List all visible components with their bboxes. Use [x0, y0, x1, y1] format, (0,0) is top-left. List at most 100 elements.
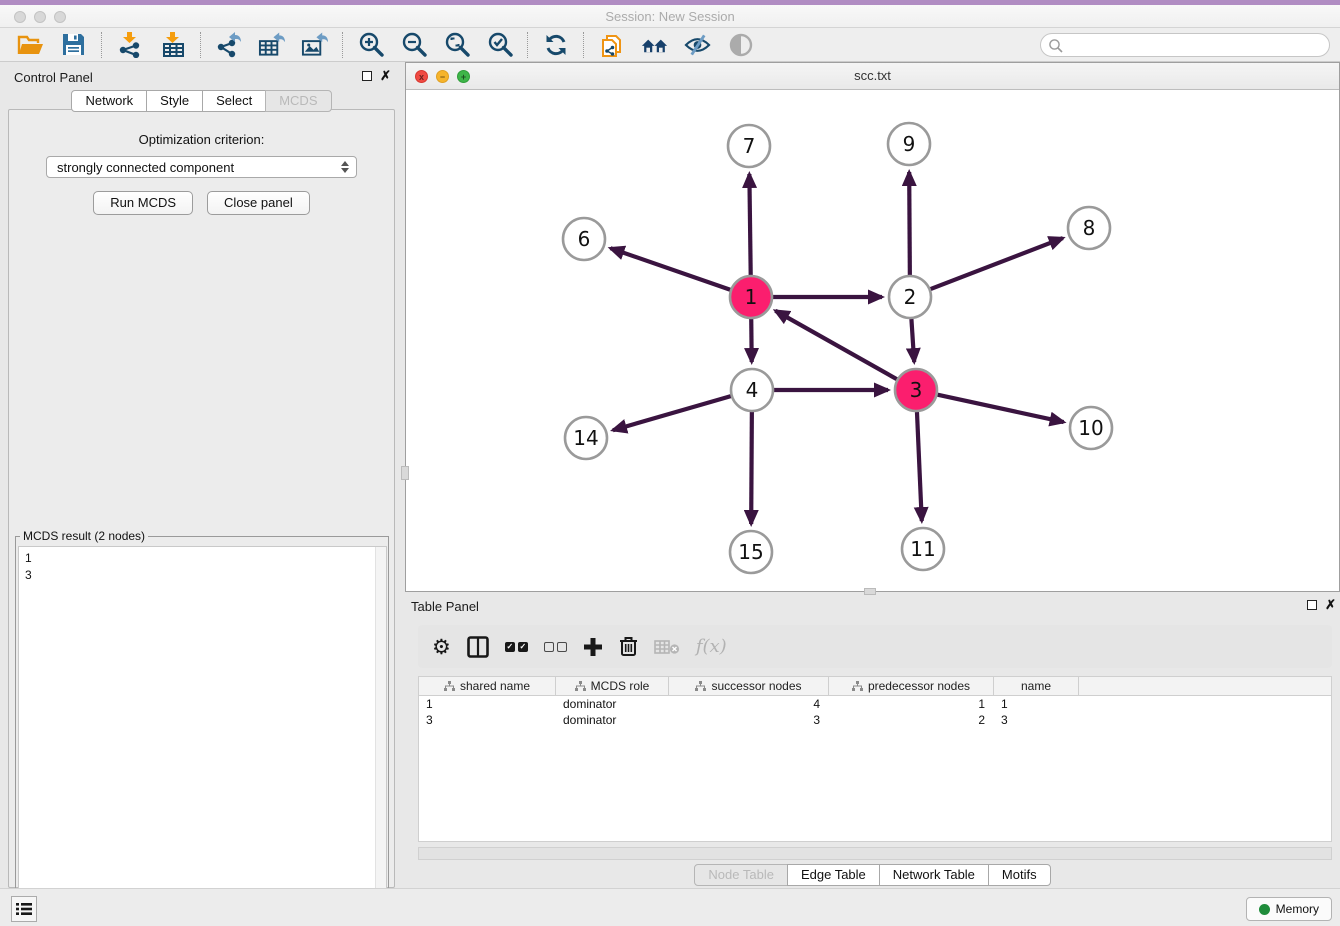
mcds-tab-content: Optimization criterion: strongly connect… — [8, 109, 395, 888]
main-toolbar — [0, 28, 1340, 62]
graph-edge-1-6[interactable] — [610, 248, 730, 290]
control-panel-title: Control Panel — [8, 66, 395, 85]
network-view-window: x − + scc.txt 7968124314101511 — [405, 62, 1340, 592]
result-line: 3 — [25, 567, 386, 584]
import-table-icon[interactable] — [159, 31, 186, 58]
network-canvas[interactable]: 7968124314101511 — [406, 90, 1339, 591]
search-input[interactable] — [1067, 35, 1322, 55]
graph-edge-3-10[interactable] — [937, 395, 1063, 422]
cell-predecessor-nodes[interactable]: 2 — [829, 712, 994, 728]
graph-node-label: 2 — [904, 285, 917, 309]
tab-motifs[interactable]: Motifs — [988, 864, 1051, 886]
graph-edge-3-1[interactable] — [775, 311, 896, 379]
criterion-dropdown[interactable]: strongly connected component — [46, 156, 357, 178]
column-header-mcds-role[interactable]: MCDS role — [556, 677, 669, 695]
show-all-icon[interactable] — [727, 31, 754, 58]
graph-edge-1-7[interactable] — [749, 174, 750, 275]
column-header-successor-nodes[interactable]: successor nodes — [669, 677, 829, 695]
cell-name[interactable]: 1 — [994, 696, 1079, 712]
tab-mcds[interactable]: MCDS — [265, 90, 331, 112]
cell-successor-nodes[interactable]: 4 — [669, 696, 829, 712]
network-window-titlebar[interactable]: x − + scc.txt — [406, 63, 1339, 90]
export-network-icon[interactable] — [215, 31, 242, 58]
zoom-in-icon[interactable] — [357, 31, 384, 58]
save-session-icon[interactable] — [60, 31, 87, 58]
cell-shared-name[interactable]: 3 — [419, 712, 556, 728]
graph-edge-2-8[interactable] — [931, 238, 1063, 289]
tab-network-table[interactable]: Network Table — [879, 864, 989, 886]
table-hscroll-strip[interactable] — [418, 847, 1332, 860]
deselect-all-checkboxes-icon[interactable] — [544, 642, 567, 652]
table-panel-header: Table Panel ✗ — [405, 595, 1340, 619]
graph-edge-2-3[interactable] — [911, 319, 914, 362]
cell-mcds-role[interactable]: dominator — [556, 712, 669, 728]
tab-edge-table[interactable]: Edge Table — [787, 864, 880, 886]
graph-edge-3-11[interactable] — [917, 412, 922, 521]
memory-button[interactable]: Memory — [1246, 897, 1332, 921]
cell-name[interactable]: 3 — [994, 712, 1079, 728]
float-panel-icon[interactable] — [1307, 600, 1317, 610]
select-all-checkboxes-icon[interactable]: ✓✓ — [505, 642, 528, 652]
cell-predecessor-nodes[interactable]: 1 — [829, 696, 994, 712]
graph-node-label: 15 — [738, 540, 763, 564]
mcds-result-textarea[interactable]: 1 3 — [18, 546, 387, 913]
divider-grip[interactable] — [864, 588, 876, 595]
tab-network[interactable]: Network — [71, 90, 147, 112]
delete-table-icon — [654, 639, 680, 655]
graph-node-label: 1 — [745, 285, 758, 309]
close-panel-icon[interactable]: ✗ — [380, 71, 391, 81]
graph-edge-4-15[interactable] — [751, 412, 752, 524]
close-panel-button[interactable]: Close panel — [207, 191, 310, 215]
toolbar-separator — [527, 32, 528, 58]
table-panel-title: Table Panel — [405, 595, 1340, 614]
column-header-predecessor-nodes[interactable]: predecessor nodes — [829, 677, 994, 695]
result-scrollbar[interactable] — [375, 547, 386, 912]
main-titlebar: Session: New Session — [0, 5, 1340, 28]
first-neighbors-icon[interactable] — [641, 31, 668, 58]
table-tabs: Node Table Edge Table Network Table Moti… — [405, 864, 1340, 886]
column-settings-gear-icon[interactable]: ⚙ — [432, 636, 451, 658]
graph-edge-2-9[interactable] — [909, 172, 910, 275]
graph-node-label: 10 — [1078, 416, 1103, 440]
graph-node-label: 11 — [910, 537, 935, 561]
tab-style[interactable]: Style — [146, 90, 203, 112]
delete-column-trash-icon[interactable] — [619, 636, 638, 657]
duplicate-network-icon[interactable] — [598, 31, 625, 58]
table-row[interactable]: 1 dominator 4 1 1 — [419, 696, 1331, 712]
cell-mcds-role[interactable]: dominator — [556, 696, 669, 712]
graph-node-label: 14 — [573, 426, 598, 450]
column-type-icon — [444, 681, 455, 691]
refresh-icon[interactable] — [542, 31, 569, 58]
zoom-fit-icon[interactable] — [443, 31, 470, 58]
split-view-icon[interactable] — [467, 636, 489, 658]
graph-edge-4-14[interactable] — [613, 396, 731, 430]
table-row[interactable]: 3 dominator 3 2 3 — [419, 712, 1331, 728]
hide-selected-icon[interactable] — [684, 31, 711, 58]
cell-shared-name[interactable]: 1 — [419, 696, 556, 712]
run-mcds-button[interactable]: Run MCDS — [93, 191, 193, 215]
close-panel-icon[interactable]: ✗ — [1325, 600, 1336, 610]
show-panels-list-button[interactable] — [11, 896, 37, 922]
tab-node-table[interactable]: Node Table — [694, 864, 788, 886]
column-header-name[interactable]: name — [994, 677, 1079, 695]
cell-successor-nodes[interactable]: 3 — [669, 712, 829, 728]
toolbar-separator — [101, 32, 102, 58]
table-toolbar: ⚙ ✓✓ f(x) — [418, 625, 1332, 668]
column-header-shared-name[interactable]: shared name — [419, 677, 556, 695]
import-network-icon[interactable] — [116, 31, 143, 58]
graph-node-label: 7 — [743, 134, 756, 158]
export-table-icon[interactable] — [258, 31, 285, 58]
divider-grip[interactable] — [401, 466, 409, 480]
network-graph[interactable]: 7968124314101511 — [406, 90, 1339, 591]
node-table: shared name MCDS role successor nodes pr… — [418, 676, 1332, 842]
open-file-icon[interactable] — [17, 31, 44, 58]
search-field-container — [1040, 33, 1330, 57]
tab-select[interactable]: Select — [202, 90, 266, 112]
float-panel-icon[interactable] — [362, 71, 372, 81]
export-image-icon[interactable] — [301, 31, 328, 58]
zoom-out-icon[interactable] — [400, 31, 427, 58]
window-title: Session: New Session — [0, 9, 1340, 24]
graph-node-label: 8 — [1083, 216, 1096, 240]
add-column-icon[interactable] — [583, 637, 603, 657]
zoom-selected-icon[interactable] — [486, 31, 513, 58]
